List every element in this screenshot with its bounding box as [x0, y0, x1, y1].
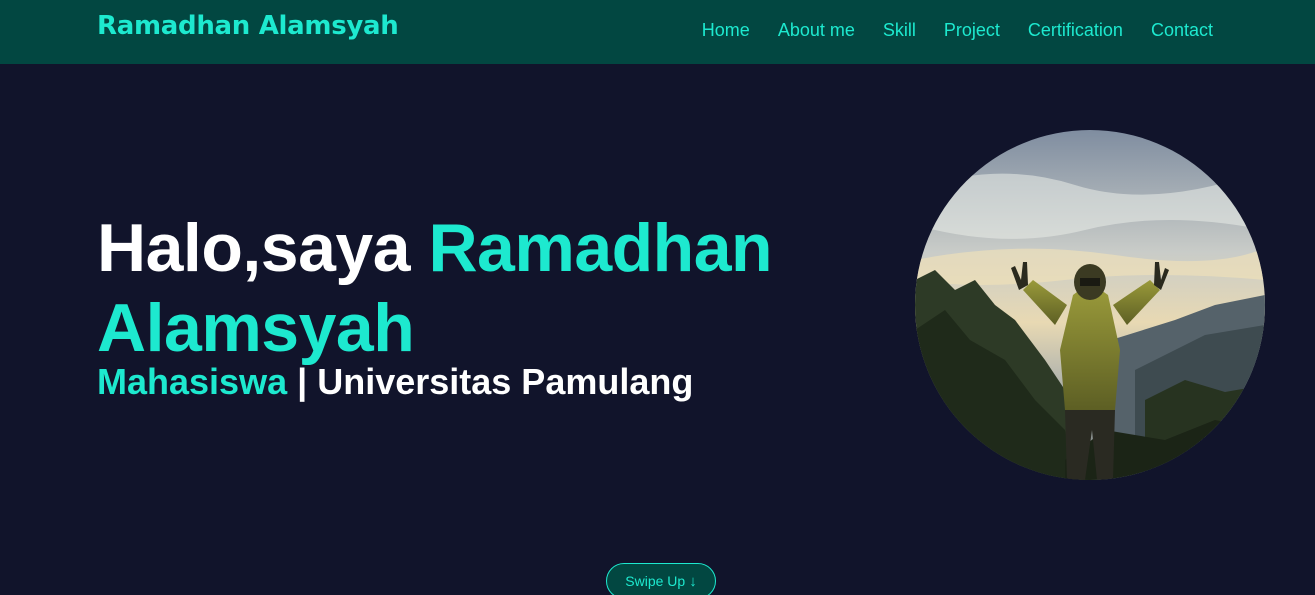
nav-link-home[interactable]: Home	[702, 20, 750, 40]
swipe-up-button[interactable]: Swipe Up ↓	[606, 563, 716, 595]
arrow-down-icon: ↓	[689, 572, 697, 590]
profile-photo-image	[915, 130, 1265, 480]
nav-menu: Home About me Skill Project Certificatio…	[702, 20, 1213, 41]
hero-title: Halo,saya Ramadhan Alamsyah	[97, 208, 857, 368]
brand-logo[interactable]: Ramadhan Alamsyah	[97, 11, 399, 41]
nav-link-skill[interactable]: Skill	[883, 20, 916, 40]
swipe-up-label: Swipe Up	[625, 573, 686, 589]
nav-link-project[interactable]: Project	[944, 20, 1000, 40]
nav-link-certification[interactable]: Certification	[1028, 20, 1123, 40]
hero-greeting: Halo,saya	[97, 210, 411, 286]
hero-separator: |	[297, 361, 308, 402]
hero-institution: Universitas Pamulang	[317, 361, 694, 402]
navbar: Ramadhan Alamsyah Home About me Skill Pr…	[0, 0, 1315, 64]
nav-link-about[interactable]: About me	[778, 20, 855, 40]
nav-link-contact[interactable]: Contact	[1151, 20, 1213, 40]
hero-subtitle: Mahasiswa | Universitas Pamulang	[97, 360, 693, 404]
profile-photo	[915, 130, 1265, 480]
hero-role: Mahasiswa	[97, 361, 288, 402]
